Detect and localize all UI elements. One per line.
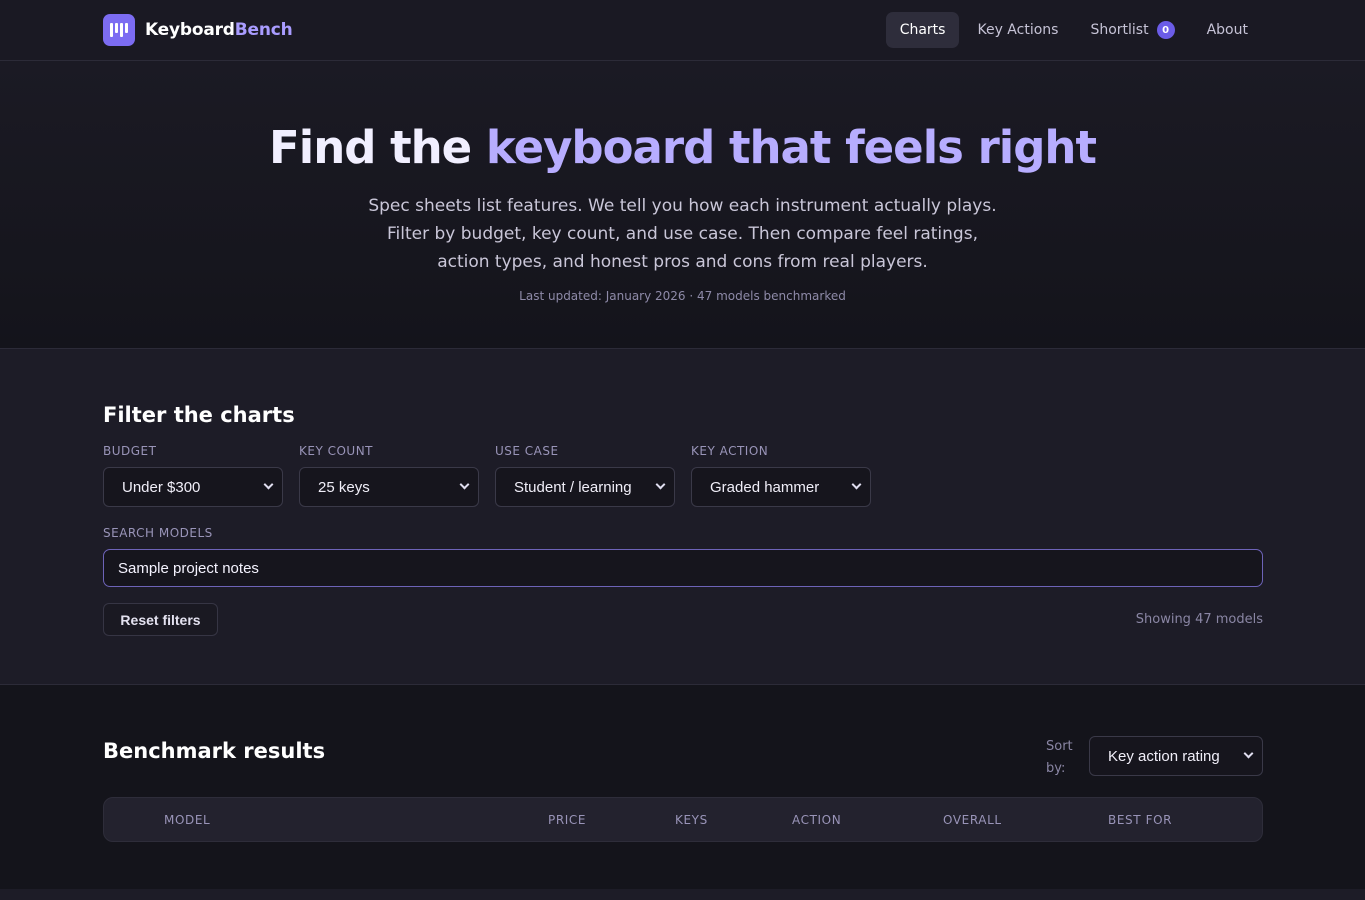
- brand-name: KeyboardBench: [145, 20, 293, 40]
- results-count: Showing 47 models: [1135, 612, 1263, 627]
- top-nav: KeyboardBench Charts Key Actions Shortli…: [0, 0, 1365, 61]
- search-input[interactable]: Sample project notes: [103, 549, 1263, 587]
- hero-title-part2: keyboard that feels right: [485, 121, 1097, 174]
- column-header-keys[interactable]: Keys: [675, 813, 708, 827]
- key-action-label: Key action: [691, 444, 769, 458]
- hero-title-part1: Find the: [269, 121, 486, 174]
- column-header-overall[interactable]: Overall: [943, 813, 1002, 827]
- search-input-value: Sample project notes: [118, 559, 259, 577]
- nav-link-charts[interactable]: Charts: [885, 12, 960, 48]
- budget-select-value: Under $300: [122, 478, 201, 496]
- brand-name-part1: Keyboard: [145, 20, 235, 40]
- column-header-model[interactable]: Model: [164, 813, 210, 827]
- filters-title: Filter the charts: [103, 403, 295, 427]
- budget-label: Budget: [103, 444, 157, 458]
- nav-link-key-actions[interactable]: Key Actions: [963, 12, 1072, 48]
- key-action-select-value: Graded hammer: [710, 478, 820, 496]
- nav-link-shortlist[interactable]: Shortlist 0: [1076, 12, 1188, 48]
- reset-filters-button[interactable]: Reset filters: [103, 603, 218, 636]
- nav-link-about[interactable]: About: [1193, 12, 1262, 48]
- sort-select-value: Key action rating: [1108, 747, 1220, 765]
- results-section: Benchmark results Sort by: Key action ra…: [0, 685, 1365, 889]
- results-title: Benchmark results: [103, 739, 326, 763]
- footer-strip: [0, 889, 1365, 900]
- key-count-label: Key count: [299, 444, 374, 458]
- nav-links: Charts Key Actions Shortlist 0 About: [885, 12, 1262, 48]
- column-header-price[interactable]: Price: [548, 813, 586, 827]
- use-case-select-value: Student / learning: [514, 478, 632, 496]
- results-table-header: Model Price Keys Action Overall Best for: [103, 797, 1263, 842]
- nav-link-shortlist-label: Shortlist: [1090, 22, 1149, 38]
- chevron-down-icon: [1243, 748, 1254, 759]
- column-header-action[interactable]: Action: [792, 813, 841, 827]
- shortlist-count-badge: 0: [1156, 21, 1175, 39]
- sort-label: Sort by:: [1046, 739, 1073, 776]
- key-count-select[interactable]: 25 keys: [299, 467, 479, 507]
- hero-meta: Last updated: January 2026 · 47 models b…: [519, 289, 846, 303]
- budget-select[interactable]: Under $300: [103, 467, 283, 507]
- use-case-label: Use case: [495, 444, 559, 458]
- chevron-down-icon: [655, 479, 666, 490]
- column-header-best-for[interactable]: Best for: [1108, 813, 1172, 827]
- filters-section: Filter the charts Budget Under $300 Key …: [0, 349, 1365, 685]
- chevron-down-icon: [459, 479, 470, 490]
- brand-logo[interactable]: KeyboardBench: [103, 14, 293, 46]
- sort-select[interactable]: Key action rating: [1089, 736, 1263, 776]
- hero-title: Find the keyboard that feels right: [0, 121, 1365, 174]
- hero-section: Find the keyboard that feels right Spec …: [0, 61, 1365, 349]
- hero-subtitle: Spec sheets list features. We tell you h…: [368, 196, 997, 272]
- chevron-down-icon: [263, 479, 274, 490]
- piano-keys-icon: [103, 14, 135, 46]
- brand-name-part2: Bench: [234, 20, 293, 40]
- key-count-select-value: 25 keys: [318, 478, 370, 496]
- use-case-select[interactable]: Student / learning: [495, 467, 675, 507]
- key-action-select[interactable]: Graded hammer: [691, 467, 871, 507]
- search-label: Search models: [103, 526, 213, 540]
- chevron-down-icon: [851, 479, 862, 490]
